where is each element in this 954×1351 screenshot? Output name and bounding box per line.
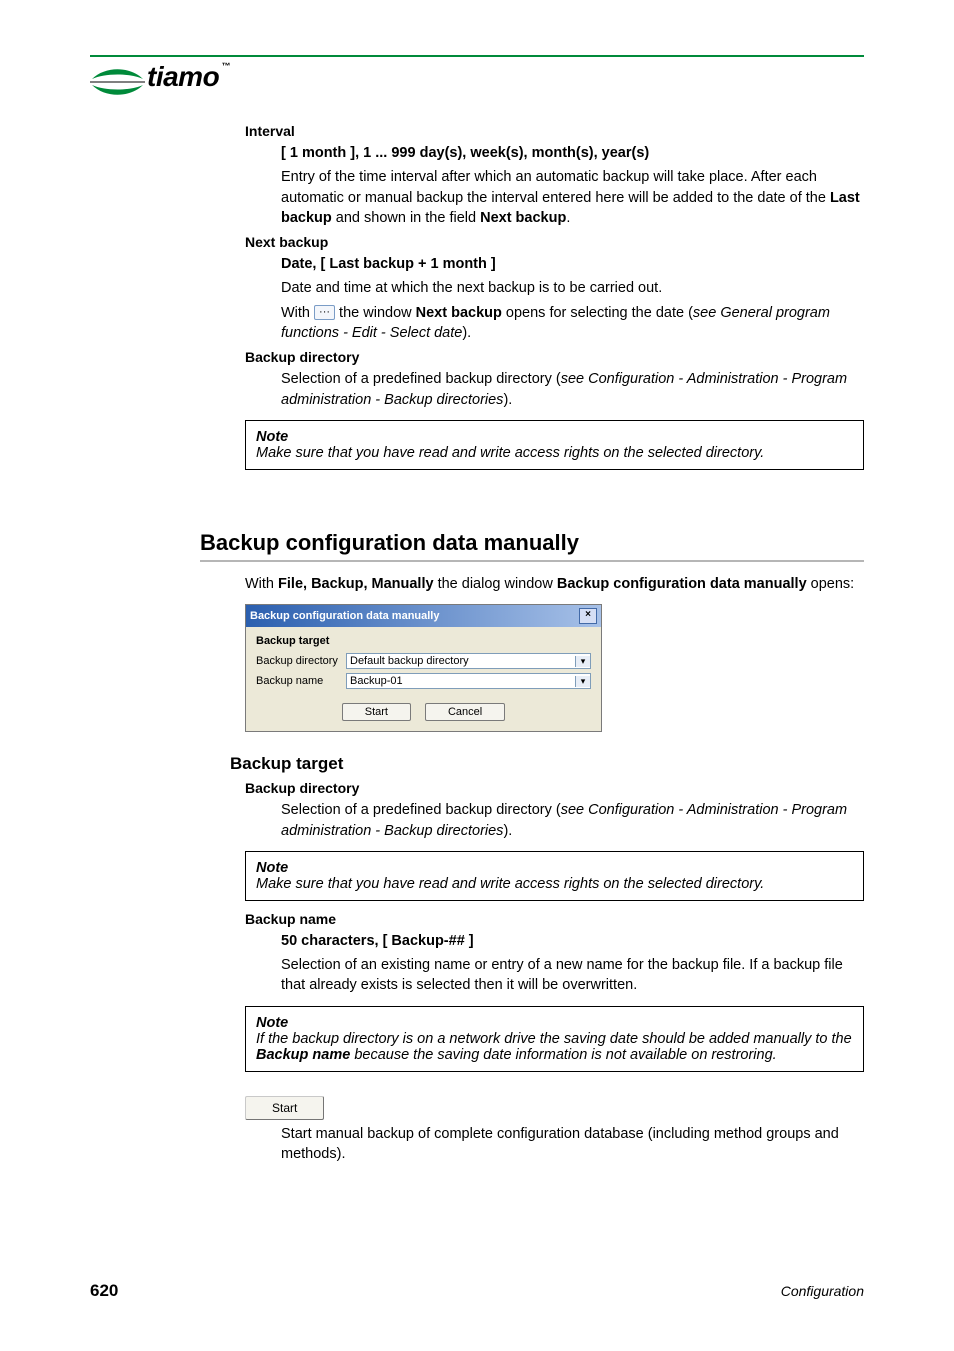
nextbackup-line2: With ··· the window Next backup opens fo… — [281, 303, 864, 344]
nextbackup-label: Next backup — [245, 234, 864, 250]
backupdir2-body: Selection of a predefined backup directo… — [281, 800, 864, 841]
backupdir-body: Selection of a predefined backup directo… — [281, 369, 864, 410]
dialog-name-select[interactable]: Backup-01▾ — [346, 673, 591, 689]
dialog-name-label: Backup name — [256, 675, 346, 687]
interval-range: [ 1 month ], 1 ... 999 day(s), week(s), … — [281, 143, 864, 163]
logo: tiamo™ — [90, 61, 864, 101]
nextbackup-line1: Date and time at which the next backup i… — [281, 278, 864, 298]
backupdir-label: Backup directory — [245, 349, 864, 365]
interval-body: Entry of the time interval after which a… — [281, 167, 864, 228]
footer-section-label: Configuration — [781, 1283, 864, 1299]
dialog-directory-select[interactable]: Default backup directory▾ — [346, 653, 591, 669]
chevron-down-icon: ▾ — [575, 656, 590, 667]
backupname-body: Selection of an existing name or entry o… — [281, 955, 864, 996]
note-title: Note — [256, 860, 853, 876]
dialog-row-name: Backup name Backup-01▾ — [256, 673, 591, 689]
dialog-titlebar: Backup configuration data manually × — [246, 605, 601, 627]
page-number: 620 — [90, 1281, 118, 1301]
header-rule — [90, 55, 864, 57]
ellipsis-button-icon: ··· — [314, 305, 335, 320]
backupdir2-label: Backup directory — [245, 780, 864, 796]
chevron-down-icon: ▾ — [575, 676, 590, 687]
dialog-row-directory: Backup directory Default backup director… — [256, 653, 591, 669]
note-body: Make sure that you have read and write a… — [256, 876, 853, 892]
dialog-start-button[interactable]: Start — [342, 703, 411, 721]
manual-backup-intro: With File, Backup, Manually the dialog w… — [245, 574, 864, 594]
nextbackup-range: Date, [ Last backup + 1 month ] — [281, 254, 864, 274]
start-button-desc: Start manual backup of complete configur… — [281, 1124, 864, 1165]
page-footer: 620 Configuration — [90, 1281, 864, 1301]
logo-text: tiamo™ — [147, 61, 230, 92]
note-box-2: Note Make sure that you have read and wr… — [245, 851, 864, 901]
dialog-directory-label: Backup directory — [256, 655, 346, 667]
backup-target-heading: Backup target — [230, 754, 864, 774]
dialog-cancel-button[interactable]: Cancel — [425, 703, 505, 721]
note-body: If the backup directory is on a network … — [256, 1031, 853, 1063]
dialog-title: Backup configuration data manually — [250, 610, 439, 622]
dialog-close-icon[interactable]: × — [579, 608, 597, 624]
note-box-1: Note Make sure that you have read and wr… — [245, 420, 864, 470]
note-body: Make sure that you have read and write a… — [256, 445, 853, 461]
manual-backup-heading: Backup configuration data manually — [200, 530, 864, 562]
logo-swoosh-icon — [90, 61, 145, 101]
note-title: Note — [256, 1015, 853, 1031]
dialog-section-label: Backup target — [256, 635, 591, 647]
note-title: Note — [256, 429, 853, 445]
backup-dialog: Backup configuration data manually × Bac… — [245, 604, 602, 732]
backupname-label: Backup name — [245, 911, 864, 927]
backupname-range: 50 characters, [ Backup-## ] — [281, 931, 864, 951]
interval-label: Interval — [245, 123, 864, 139]
start-button[interactable]: Start — [245, 1096, 324, 1120]
note-box-3: Note If the backup directory is on a net… — [245, 1006, 864, 1072]
